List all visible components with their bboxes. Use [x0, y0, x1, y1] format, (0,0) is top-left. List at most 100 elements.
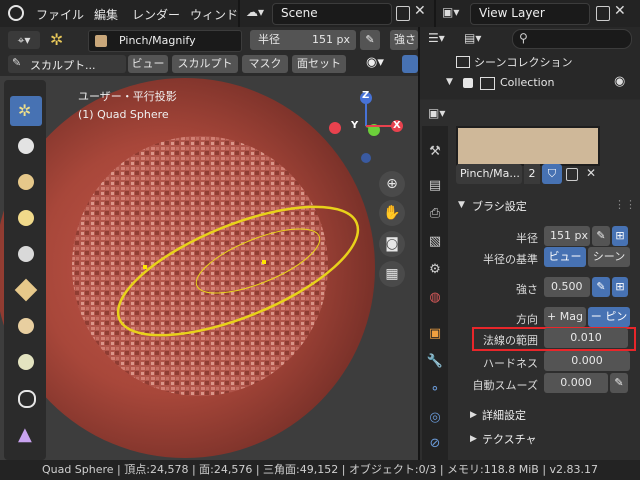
normal-radius-value: 0.010 — [570, 331, 602, 344]
gizmo-y-axis[interactable]: Y — [351, 120, 358, 131]
duplicate-brush-icon[interactable] — [566, 168, 578, 181]
object-name: (1) Quad Sphere — [78, 108, 169, 121]
radius-lock-icon[interactable]: ⊞ — [612, 226, 628, 246]
header-strength-label: 強さ — [394, 33, 416, 46]
advanced-subpanel[interactable]: 詳細設定 — [482, 407, 526, 423]
panel-grip-icon[interactable]: ⋮⋮ — [614, 198, 636, 211]
overlay-toggle-icon[interactable] — [402, 55, 418, 73]
hardness-field[interactable]: 0.000 — [544, 351, 630, 371]
view-layer-icon[interactable]: ▣▾ — [442, 5, 468, 21]
object-tab-icon[interactable]: ▣ — [425, 324, 445, 344]
direction-pinch-button[interactable]: ー ピン — [588, 307, 630, 327]
header-radius-field[interactable]: 半径 151 px — [250, 30, 356, 50]
nudge-brush-icon — [18, 318, 34, 334]
pan-hand-icon[interactable]: ✋ — [379, 200, 405, 226]
outliner-search-input[interactable]: ⚲ — [512, 29, 632, 49]
tool-simplify[interactable]: ▲ — [10, 420, 42, 450]
strength-lock-icon[interactable]: ⊞ — [612, 277, 628, 297]
tool-rotate[interactable] — [10, 348, 42, 378]
tool-nudge[interactable] — [10, 312, 42, 342]
constraints-tab-icon[interactable]: ⊘ — [425, 434, 445, 454]
user-count[interactable]: 2 — [524, 164, 540, 184]
close-view-layer-icon[interactable]: ✕ — [614, 3, 626, 19]
copy-view-layer-icon[interactable] — [596, 6, 610, 21]
brush-thumbnail-icon — [95, 35, 107, 47]
autosmooth-pressure-icon[interactable]: ✎ — [610, 373, 628, 393]
view-name: ユーザー・平行投影 — [78, 90, 177, 103]
editor-type-icon[interactable]: ⌖▾ — [8, 31, 40, 49]
collection-visibility-icon[interactable]: ◉ — [614, 74, 625, 89]
output-tab-icon[interactable]: ⎙ — [425, 204, 445, 224]
tool-elastic[interactable] — [10, 168, 42, 198]
scene-tab-icon[interactable]: ⚙ — [425, 260, 445, 280]
brush-settings-title[interactable]: ブラシ設定 — [472, 198, 527, 214]
advanced-expand-icon[interactable]: ▶ — [470, 410, 477, 420]
modifier-tab-icon[interactable]: 🔧 — [425, 352, 445, 372]
brush-settings-expand-icon[interactable]: ▼ — [458, 200, 465, 210]
tool-slide-relax[interactable] — [10, 384, 42, 414]
particles-tab-icon[interactable]: ⚬ — [425, 380, 445, 400]
strength-pressure-icon[interactable]: ✎ — [592, 277, 610, 297]
pinch-brush-icon: ✲ — [18, 101, 32, 120]
scene-selector-icon[interactable]: ☁▾ — [246, 5, 272, 21]
visibility-eye-icon[interactable]: ◉▾ — [366, 55, 396, 73]
properties-editor-icon[interactable]: ▣▾ — [428, 106, 458, 122]
physics-tab-icon[interactable]: ◎ — [425, 408, 445, 428]
autosmooth-value: 0.000 — [560, 376, 592, 389]
normal-radius-field[interactable]: 0.010 — [544, 328, 628, 348]
mode-selector[interactable]: ✎ スカルプト... — [8, 55, 126, 73]
menu-file[interactable]: ファイル — [36, 6, 84, 23]
tool-snake-hook[interactable] — [10, 204, 42, 234]
header-strength-field[interactable]: 強さ — [390, 30, 418, 50]
render-tab-icon[interactable]: ▤ — [425, 176, 445, 196]
view-layer-name: View Layer — [479, 6, 545, 20]
texture-subpanel[interactable]: テクスチャ — [482, 431, 537, 447]
grid-view-icon[interactable]: ▦ — [379, 261, 405, 287]
mode-name: スカルプト... — [30, 59, 96, 72]
close-scene-icon[interactable]: ✕ — [414, 3, 426, 19]
collection-name[interactable]: Collection — [500, 76, 554, 89]
radius-pressure-icon[interactable]: ✎ — [592, 226, 610, 246]
autosmooth-field[interactable]: 0.000 — [544, 373, 608, 393]
scene-name-field[interactable]: Scene — [272, 3, 392, 25]
outliner-filter-icon[interactable]: ▤▾ — [464, 31, 494, 47]
menu-face-sets[interactable]: 面セット — [292, 55, 346, 73]
menu-window[interactable]: ウィンド — [190, 6, 238, 23]
menu-view[interactable]: ビュー — [128, 55, 168, 73]
3d-viewport[interactable]: ユーザー・平行投影 (1) Quad Sphere Z Y X ⊕ ✋ ◙ ▦ — [0, 76, 418, 460]
collection-checkbox[interactable] — [463, 78, 473, 88]
radius-unit-scene-button[interactable]: シーン — [588, 247, 630, 267]
world-tab-icon[interactable]: ◍ — [425, 288, 445, 308]
radius-label: 半径 — [516, 232, 538, 245]
outliner-editor-icon[interactable]: ☰▾ — [428, 31, 458, 47]
menu-sculpt[interactable]: スカルプト — [172, 55, 238, 73]
strength-field[interactable]: 0.500 — [544, 277, 590, 297]
brush-selector[interactable]: Pinch/Magnify — [88, 30, 242, 52]
tool-grab[interactable] — [10, 132, 42, 162]
copy-scene-icon[interactable] — [396, 6, 410, 21]
radius-unit-view-button[interactable]: ビュー — [544, 247, 586, 267]
gizmo-x-axis[interactable]: X — [393, 120, 401, 131]
radius-field[interactable]: 151 px — [544, 226, 590, 246]
menu-mask[interactable]: マスク — [242, 55, 288, 73]
collection-expand-icon[interactable]: ▼ — [446, 77, 453, 87]
pressure-pen-icon[interactable]: ✎ — [360, 30, 380, 50]
menu-render[interactable]: レンダー — [132, 6, 180, 23]
fake-user-shield-icon[interactable]: ⛉ — [542, 164, 562, 184]
tool-tab-icon[interactable]: ⚒ — [425, 142, 445, 162]
camera-icon[interactable]: ◙ — [379, 231, 405, 257]
view-layer-field[interactable]: View Layer — [470, 3, 590, 25]
menu-edit[interactable]: 編集 — [94, 6, 118, 23]
brush-datablock-field[interactable]: Pinch/Ma... — [456, 164, 522, 184]
zoom-icon[interactable]: ⊕ — [379, 171, 405, 197]
tool-pose[interactable] — [10, 276, 42, 306]
unlink-brush-icon[interactable]: ✕ — [586, 166, 596, 180]
tool-thumb[interactable] — [10, 240, 42, 270]
tool-pinch[interactable]: ✲ — [10, 96, 42, 126]
simplify-brush-icon: ▲ — [18, 424, 32, 445]
view-layer-tab-icon[interactable]: ▧ — [425, 232, 445, 252]
gizmo-z-axis[interactable]: Z — [362, 90, 369, 101]
texture-expand-icon[interactable]: ▶ — [470, 434, 477, 444]
direction-magnify-button[interactable]: + Mag — [544, 307, 586, 327]
blender-logo-icon[interactable] — [8, 5, 24, 21]
